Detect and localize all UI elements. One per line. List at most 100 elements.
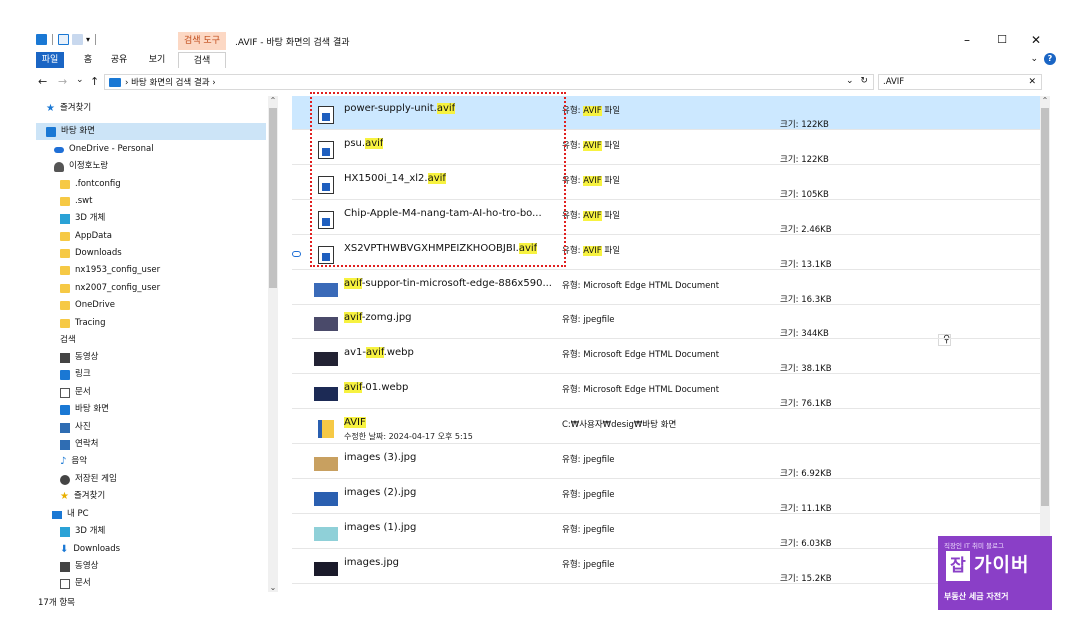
file-row[interactable]: AVIF 수정한 날짜: 2024-04-17 오후 5:15 C:₩사용자₩des… [292,410,1040,445]
nav-item-saved-games[interactable]: 저장된 게임 [60,471,117,488]
cube-icon [60,526,70,537]
tab-search[interactable]: 검색 [178,52,226,68]
cube-icon [60,213,70,224]
nav-item-user[interactable]: 이정호노랑 [54,158,108,175]
results-scroll-up-icon[interactable]: ⌃ [1040,96,1050,105]
address-bar-row: ← → ⌄ ↑ › 바탕 화면의 검색 결과 › ⌄ ↻ .AVIF ✕ [0,72,1082,92]
nav-item-3d-objects[interactable]: 3D 개체 [60,210,105,227]
nav-item-swt[interactable]: .swt [60,193,92,210]
minimize-button[interactable]: – [958,33,976,47]
search-box[interactable]: .AVIF ✕ [878,74,1042,90]
file-row[interactable]: avif-zomg.jpg 유형: jpegfile 크기: 344KB [292,305,1040,340]
nav-item-favorites-2[interactable]: ★ 즐겨찾기 [60,488,105,505]
picture-icon [60,422,70,433]
nav-item-contacts[interactable]: 연락처 [60,436,98,453]
cloud-sync-icon [292,251,301,257]
address-bar[interactable]: › 바탕 화면의 검색 결과 › [104,74,874,90]
nav-scrollbar[interactable]: ⌃ ⌄ [268,96,278,592]
results-scroll-thumb[interactable] [1041,108,1049,506]
tab-view[interactable]: 보기 [142,52,172,68]
nav-scroll-up-icon[interactable]: ⌃ [268,96,278,105]
help-icon[interactable]: ? [1044,53,1056,65]
file-row[interactable]: av1-avif.webp 유형: Microsoft Edge HTML Doc… [292,340,1040,375]
file-type: 유형: AVIF 파일 [562,245,621,256]
properties-icon[interactable] [58,34,69,45]
file-type: 유형: Microsoft Edge HTML Document [562,280,720,291]
nav-item-onedrive[interactable]: OneDrive [60,297,115,314]
nav-item-3d-objects-2[interactable]: 3D 개체 [60,523,105,540]
nav-item-links[interactable]: 링크 [60,366,91,383]
nav-item-pictures[interactable]: 사진 [60,419,91,436]
file-name: images.jpg [344,556,400,568]
new-folder-icon[interactable] [72,34,83,45]
file-row[interactable]: avif-suppor-tin-microsoft-edge-886x590..… [292,271,1040,305]
nav-item-favorites[interactable]: ★ 즐겨찾기 [46,100,91,117]
nav-item-videos[interactable]: 동영상 [60,349,98,366]
expand-ribbon-icon[interactable]: ⌄ [1030,54,1038,64]
clear-search-icon[interactable]: ✕ [1028,75,1036,89]
nav-item-downloads-2[interactable]: ⬇ Downloads [60,541,120,558]
folder-icon [60,197,70,206]
nav-item-documents[interactable]: 문서 [60,384,91,401]
file-type: 유형: Microsoft Edge HTML Document [562,385,720,396]
file-size: 크기: 2.46KB [780,224,832,235]
file-name: avif-suppor-tin-microsoft-edge-886x590..… [344,277,552,289]
file-row[interactable]: images (1).jpg 유형: jpegfile 크기: 6.03KB [292,515,1040,549]
file-name: AVIF [344,417,366,429]
nav-item-this-pc[interactable]: 내 PC [52,506,89,523]
folder-icon [60,319,70,328]
file-size: 크기: 344KB [780,329,829,340]
nav-item-documents-2[interactable]: 문서 [60,575,91,592]
close-button[interactable]: ✕ [1027,33,1045,47]
file-row[interactable]: images (2).jpg 유형: jpegfile 크기: 11.1KB [292,480,1040,514]
refresh-icon[interactable]: ↻ [860,76,868,86]
nav-item-searches[interactable]: ⚲ 검색 [60,332,952,349]
forward-button[interactable]: → [58,75,67,88]
nav-item-nx1953[interactable]: nx1953_config_user [60,262,160,279]
video-icon [60,561,70,572]
file-name: images (1).jpg [344,521,417,533]
nav-item-downloads[interactable]: Downloads [60,245,122,262]
file-row[interactable]: avif-01.webp 유형: Microsoft Edge HTML Docu… [292,375,1040,410]
file-type: 유형: AVIF 파일 [562,210,621,221]
image-thumbnail-icon [314,317,338,332]
star-icon: ★ [46,102,55,114]
search-tools-context-tab: 검색 도구 [178,32,226,50]
search-input[interactable]: .AVIF [883,77,904,87]
file-name: images (3).jpg [344,452,417,463]
nav-item-nx2007[interactable]: nx2007_config_user [60,280,160,297]
file-type: 유형: AVIF 파일 [562,106,621,116]
folder-icon [60,180,70,189]
recent-locations-button[interactable]: ⌄ [76,75,84,85]
file-size: 크기: 105KB [780,189,829,200]
nav-scroll-thumb[interactable] [269,108,277,288]
tab-share[interactable]: 공유 [104,52,134,68]
desktop-icon [46,126,56,137]
file-type: 유형: Microsoft Edge HTML Document [562,350,720,361]
nav-item-music[interactable]: ♪ 음악 [60,453,87,470]
nav-scroll-down-icon[interactable]: ⌄ [268,583,278,592]
customize-qat-icon[interactable]: ▾ [86,35,90,44]
file-size: 크기: 16.3KB [780,294,832,305]
file-type: 유형: AVIF 파일 [562,175,621,186]
tab-file[interactable]: 파일 [36,52,64,68]
results-scrollbar[interactable]: ⌃ ⌄ [1040,96,1050,592]
back-button[interactable]: ← [38,75,47,88]
document-icon [60,578,70,589]
nav-item-desktop[interactable]: 바탕 화면 [36,123,266,140]
maximize-button[interactable]: ☐ [993,33,1011,46]
file-row[interactable]: images.jpg 유형: jpegfile 크기: 15.2KB [292,550,1040,584]
nav-item-tracing[interactable]: Tracing [60,315,105,332]
nav-item-desktop-2[interactable]: 바탕 화면 [60,401,109,418]
nav-item-videos-2[interactable]: 동영상 [60,558,98,575]
image-thumbnail-icon [314,491,338,506]
up-button[interactable]: ↑ [90,75,99,88]
file-row[interactable]: images (3).jpg 유형: jpegfile 크기: 6.92KB [292,445,1040,479]
tab-home[interactable]: 홈 [78,52,98,68]
address-dropdown-icon[interactable]: ⌄ [846,76,854,86]
image-thumbnail-icon [314,282,338,297]
nav-item-appdata[interactable]: AppData [60,228,112,245]
nav-item-fontconfig[interactable]: .fontconfig [60,176,121,193]
contact-icon [60,439,70,450]
nav-item-onedrive-personal[interactable]: OneDrive - Personal [54,141,154,158]
